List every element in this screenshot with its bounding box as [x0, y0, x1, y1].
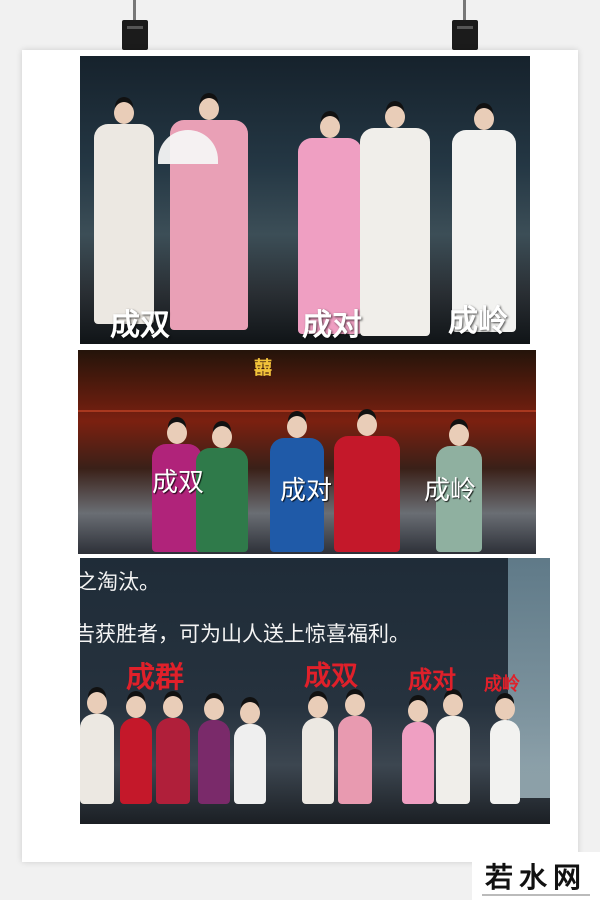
- watermark-underline: [482, 894, 590, 896]
- label-chengqun: 成群: [126, 660, 185, 694]
- binder-clip-left: [118, 0, 152, 52]
- performer-figure: [360, 106, 430, 336]
- label-chengdui: 成对: [302, 308, 362, 343]
- performer-figure: [402, 700, 434, 804]
- performer-figure: [234, 702, 266, 804]
- performer-figure: [338, 694, 372, 804]
- label-chengdui: 成对: [408, 666, 456, 694]
- watermark-text: 若水网: [484, 861, 587, 894]
- stage-photo-middle: 囍 成双 成对 成岭: [78, 350, 536, 554]
- performer-figure: [302, 696, 334, 804]
- stage-photo-top: 成双 成对 成岭: [80, 56, 530, 344]
- stage-light-line: [78, 410, 536, 412]
- performer-figure: [490, 698, 520, 804]
- site-watermark: 若水网: [472, 852, 600, 900]
- performer-figure: [436, 694, 470, 804]
- label-chengshuang: 成双: [152, 468, 205, 498]
- performer-figure: [94, 102, 154, 324]
- binder-clip-right: [448, 0, 482, 52]
- performer-figure: [156, 696, 190, 804]
- performer-figure: [198, 698, 230, 804]
- screen-text-line-2: 告获胜者，可为山人送上惊喜福利。: [80, 622, 410, 646]
- label-chengshuang: 成双: [110, 308, 170, 343]
- stage-photo-bottom: 之淘汰。 告获胜者，可为山人送上惊喜福利。 成群 成双 成对 成岭: [80, 558, 550, 824]
- performer-figure: [80, 692, 114, 804]
- double-happiness-sign: 囍: [254, 358, 272, 379]
- label-chengling: 成岭: [448, 304, 508, 339]
- label-chengling: 成岭: [424, 476, 477, 506]
- performer-figure: [334, 414, 400, 552]
- label-chengdui: 成对: [280, 476, 333, 506]
- label-chengling: 成岭: [484, 674, 520, 695]
- performer-figure: [120, 696, 152, 804]
- screen-text-line-1: 之淘汰。: [80, 570, 160, 594]
- label-chengshuang: 成双: [304, 661, 358, 692]
